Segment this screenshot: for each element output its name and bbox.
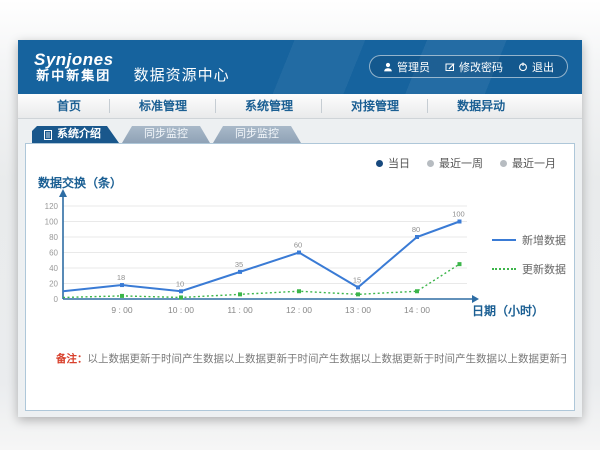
tab-sync-monitor-1[interactable]: 同步监控 <box>122 126 210 143</box>
chart-legend: 新增数据 更新数据 <box>492 232 566 277</box>
page-title: 数据资源中心 <box>134 64 230 85</box>
svg-text:9 : 00: 9 : 00 <box>111 305 133 315</box>
current-user-label: 管理员 <box>397 59 430 75</box>
nav-item-system-mgmt[interactable]: 系统管理 <box>216 94 322 118</box>
svg-text:10: 10 <box>176 279 184 288</box>
edit-icon <box>445 62 455 72</box>
radio-icon <box>500 160 507 167</box>
svg-text:80: 80 <box>412 225 420 234</box>
y-axis-title: 数据交换（条） <box>38 174 122 191</box>
svg-text:120: 120 <box>45 202 59 211</box>
radio-icon <box>376 160 383 167</box>
legend-label: 更新数据 <box>522 261 566 277</box>
content-area: 系统介绍 同步监控 同步监控 当日 最近一周 <box>18 119 582 417</box>
svg-text:60: 60 <box>294 241 302 250</box>
app-window: Synjones 新中新集团 数据资源中心 管理员 修改密码 <box>18 40 582 417</box>
change-password-button[interactable]: 修改密码 <box>445 59 503 75</box>
dotted-line-swatch <box>492 268 516 270</box>
document-icon <box>44 130 52 140</box>
tab-label: 同步监控 <box>235 126 279 143</box>
tab-label: 同步监控 <box>144 126 188 143</box>
main-nav: 首页 标准管理 系统管理 对接管理 数据异动 <box>18 94 582 119</box>
svg-text:18: 18 <box>117 273 125 282</box>
logout-label: 退出 <box>532 59 554 75</box>
x-axis-title: 日期（小时） <box>472 302 544 319</box>
nav-item-home[interactable]: 首页 <box>28 94 110 118</box>
logout-button[interactable]: 退出 <box>518 59 554 75</box>
svg-text:35: 35 <box>235 260 243 269</box>
legend-item-new-data[interactable]: 新增数据 <box>492 232 566 248</box>
nav-item-standard-mgmt[interactable]: 标准管理 <box>110 94 216 118</box>
footnote-text: 以上数据更新于时间产生数据以上数据更新于时间产生数据以上数据更新于时间产生数据以… <box>88 353 567 365</box>
current-user[interactable]: 管理员 <box>383 59 430 75</box>
app-header: Synjones 新中新集团 数据资源中心 管理员 修改密码 <box>18 40 582 94</box>
tab-system-intro[interactable]: 系统介绍 <box>32 126 119 143</box>
tab-bar: 系统介绍 同步监控 同步监控 <box>32 126 575 143</box>
logo-text-cn: 新中新集团 <box>34 69 114 83</box>
svg-text:12 : 00: 12 : 00 <box>286 305 312 315</box>
footnote-label: 备注： <box>56 353 88 365</box>
company-logo: Synjones 新中新集团 <box>34 51 114 82</box>
svg-text:100: 100 <box>452 210 465 219</box>
exchange-chart: 0 20 40 60 80 100 120 9 : 00 10 : 00 11 : 00 12 : … <box>26 184 506 324</box>
change-password-label: 修改密码 <box>459 59 503 75</box>
svg-text:11 : 00: 11 : 00 <box>227 305 253 315</box>
legend-label: 新增数据 <box>522 232 566 248</box>
svg-text:13 : 00: 13 : 00 <box>345 305 371 315</box>
filter-last-week[interactable]: 最近一周 <box>427 155 483 171</box>
svg-text:80: 80 <box>49 233 58 242</box>
tab-sync-monitor-2[interactable]: 同步监控 <box>213 126 301 143</box>
chart-panel: 当日 最近一周 最近一月 数据交换（条） 0 20 40 60 80 100 120 9 : … <box>25 143 575 411</box>
legend-item-updated-data[interactable]: 更新数据 <box>492 261 566 277</box>
svg-text:15: 15 <box>353 275 361 284</box>
logo-text-en: Synjones <box>34 51 114 69</box>
solid-line-swatch <box>492 239 516 241</box>
user-toolbar: 管理员 修改密码 退出 <box>369 55 568 78</box>
svg-text:100: 100 <box>45 218 59 227</box>
svg-text:10 : 00: 10 : 00 <box>168 305 194 315</box>
svg-text:60: 60 <box>49 249 58 258</box>
svg-text:0: 0 <box>54 295 59 304</box>
filter-last-month[interactable]: 最近一月 <box>500 155 556 171</box>
svg-text:20: 20 <box>49 280 58 289</box>
user-icon <box>383 62 393 72</box>
nav-item-interface-mgmt[interactable]: 对接管理 <box>322 94 428 118</box>
radio-icon <box>427 160 434 167</box>
filter-label: 最近一周 <box>439 155 483 171</box>
filter-label: 最近一月 <box>512 155 556 171</box>
filter-today[interactable]: 当日 <box>376 155 410 171</box>
svg-text:40: 40 <box>49 264 58 273</box>
svg-text:14 : 00: 14 : 00 <box>404 305 430 315</box>
power-icon <box>518 62 528 72</box>
filter-label: 当日 <box>388 155 410 171</box>
tab-label: 系统介绍 <box>57 126 101 143</box>
nav-item-data-change[interactable]: 数据异动 <box>428 94 534 118</box>
footnote: 备注：以上数据更新于时间产生数据以上数据更新于时间产生数据以上数据更新于时间产生… <box>56 351 566 366</box>
time-range-filter: 当日 最近一周 最近一月 <box>376 155 556 171</box>
